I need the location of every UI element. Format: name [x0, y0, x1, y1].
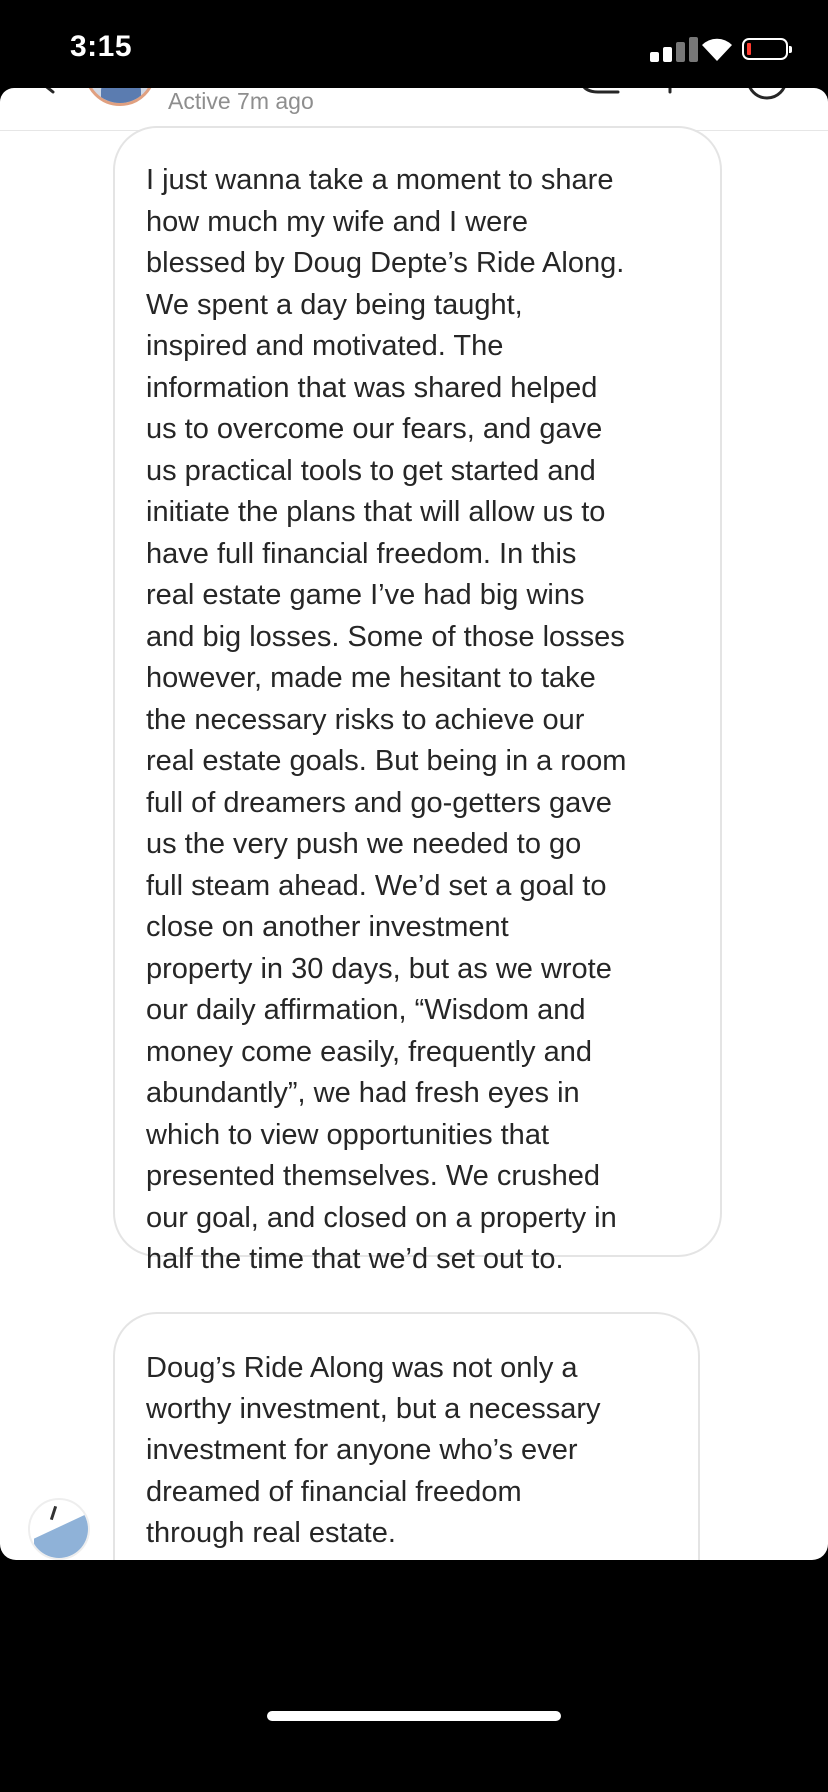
message-bubble[interactable]: I just wanna take a moment to share how …	[113, 126, 722, 1275]
message-line: dreamed of financial freedom	[146, 1475, 522, 1508]
message-line: Doug’s Ride Along was not only a	[146, 1352, 578, 1384]
message-line: us the very push we needed to go	[146, 828, 582, 860]
message-line: I just wanna take a moment to share	[146, 164, 614, 196]
cellular-signal-icon	[650, 34, 706, 62]
wifi-icon	[702, 38, 732, 61]
chat-header: Active 7m ago	[0, 88, 828, 131]
message-line: inspired and motivated. The	[146, 330, 504, 362]
message-line: full steam ahead. We’d set a goal to	[146, 869, 607, 902]
message-line: We spent a day being taught,	[146, 288, 523, 321]
message-line: the necessary risks to achieve our	[146, 703, 585, 736]
message-line: investment for anyone who’s ever	[146, 1434, 578, 1467]
message-line: have full financial freedom. In this	[146, 537, 577, 570]
battery-icon	[742, 38, 792, 60]
video-call-icon[interactable]	[660, 88, 680, 96]
message-line: blessed by Doug Depte’s Ride Along.	[146, 247, 625, 279]
message-line: our goal, and closed on a property in	[146, 1201, 617, 1234]
message-line: how much my wife and I were	[146, 205, 528, 238]
message-line: however, made me hesitant to take	[146, 662, 596, 694]
message-line: real estate game I’ve had big wins	[146, 579, 585, 611]
message-line: close on another investment	[146, 911, 509, 943]
message-line: and big losses. Some of those losses	[146, 620, 625, 653]
message-bubble[interactable]: Doug’s Ride Along was not only a worthy …	[113, 1312, 700, 1560]
message-line: abundantly”, we had fresh eyes in	[146, 1077, 580, 1109]
message-line: which to view opportunities that	[146, 1118, 549, 1151]
message-line: property in 30 days, but as we wrote	[146, 952, 612, 985]
avatar[interactable]	[84, 88, 156, 106]
home-indicator[interactable]	[267, 1711, 561, 1721]
message-line: us practical tools to get started and	[146, 454, 596, 487]
message-line: us to overcome our fears, and gave	[146, 413, 603, 445]
message-line: presented themselves. We crushed	[146, 1160, 601, 1192]
back-chevron-icon[interactable]	[38, 88, 58, 94]
message-line: information that was shared helped	[146, 371, 598, 404]
message-line: our daily affirmation, “Wisdom and	[146, 994, 586, 1026]
status-bar: 3:15	[0, 0, 828, 88]
active-status: Active 7m ago	[168, 88, 314, 114]
message-line: half the time that we’d set out to.	[146, 1243, 564, 1275]
status-time: 3:15	[70, 30, 133, 63]
info-icon[interactable]	[746, 88, 788, 100]
message-line: worthy investment, but a necessary	[146, 1393, 601, 1426]
message-line: money come easily, frequently and	[146, 1035, 592, 1068]
message-line: real estate goals. But being in a room	[146, 745, 627, 777]
message-line: initiate the plans that will allow us to	[146, 496, 606, 528]
message-line: full of dreamers and go-getters gave	[146, 786, 612, 819]
message-line: through real estate.	[146, 1516, 396, 1549]
chat-screen: Active 7m ago I just wanna take a moment…	[0, 88, 828, 1560]
sender-avatar[interactable]	[28, 1498, 90, 1560]
phone-call-icon[interactable]	[578, 88, 620, 96]
